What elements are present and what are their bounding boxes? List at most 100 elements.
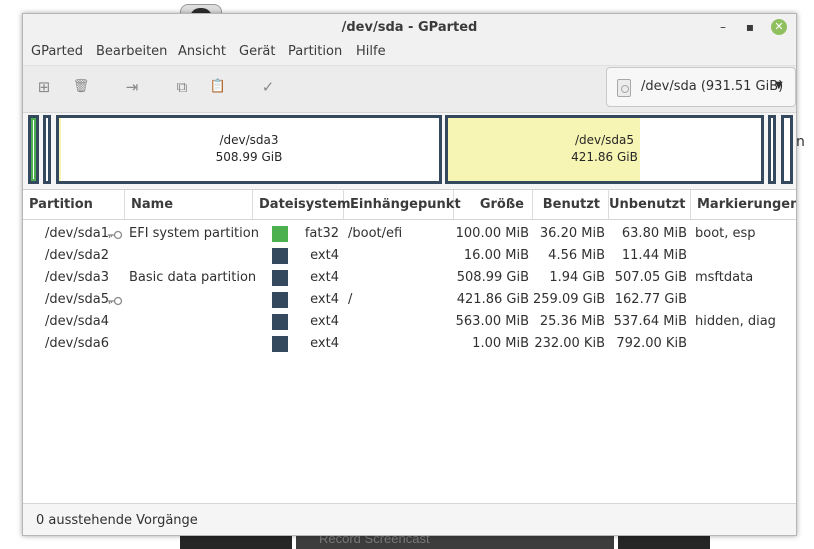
key-icon (107, 295, 123, 306)
cell-flags: boot, esp (695, 226, 756, 241)
cell-name: EFI system partition (129, 226, 259, 241)
hard-disk-icon (617, 79, 631, 97)
cell-size: 421.86 GiB (456, 292, 529, 307)
cell-partition: /dev/sda6 (45, 336, 109, 351)
cell-used: 25.36 MiB (539, 314, 605, 329)
table-row[interactable]: /dev/sda4 ext4 563.00 MiB 25.36 MiB 537.64 M… (23, 311, 796, 333)
cell-unused: 11.44 MiB (621, 248, 687, 263)
table-row[interactable]: /dev/sda2 ext4 16.00 MiB 4.56 MiB 11.44 MiB (23, 245, 796, 267)
cell-unused: 507.05 GiB (614, 270, 687, 285)
filesystem-color-swatch (272, 248, 288, 264)
cell-unused: 162.77 GiB (614, 292, 687, 307)
background-window-text: n (796, 134, 805, 150)
cell-filesystem: fat32 (304, 226, 339, 241)
graph-partition-size: 421.86 GiB (571, 150, 638, 164)
device-label: /dev/sda (931.51 GiB) (641, 79, 784, 94)
table-header: Partition Name Dateisystem Einhängepunkt… (23, 190, 796, 220)
menu-gparted[interactable]: GParted (31, 44, 83, 59)
graph-partition-sda4[interactable] (768, 115, 776, 184)
column-header-name[interactable]: Name (125, 190, 253, 219)
cell-filesystem: ext4 (310, 336, 339, 351)
cell-used: 36.20 MiB (539, 226, 605, 241)
menu-bearbeiten[interactable]: Bearbeiten (96, 44, 167, 59)
cell-flags: hidden, diag (695, 314, 776, 329)
graph-partition-sda3[interactable]: /dev/sda3 508.99 GiB (56, 115, 442, 184)
menu-geraet[interactable]: Gerät (239, 44, 275, 59)
graph-fat32-fill (31, 118, 36, 181)
window-title: /dev/sda - GParted (341, 20, 478, 35)
graph-partition-size: 508.99 GiB (215, 150, 283, 164)
close-button[interactable]: ✕ (771, 19, 787, 35)
menu-partition[interactable]: Partition (288, 44, 342, 59)
column-header-partition[interactable]: Partition (23, 190, 125, 219)
paste-icon[interactable]: 📋 (206, 75, 230, 99)
new-partition-icon[interactable]: ⊞ (32, 75, 56, 99)
menu-hilfe[interactable]: Hilfe (356, 44, 386, 59)
maximize-button[interactable]: ▪ (742, 19, 758, 35)
cell-partition: /dev/sda3 (45, 270, 109, 285)
column-header-size[interactable]: Größe (454, 190, 533, 219)
cell-partition: /dev/sda4 (45, 314, 109, 329)
cell-partition: /dev/sda5 (45, 292, 109, 307)
cell-filesystem: ext4 (310, 270, 339, 285)
cell-mountpoint: / (348, 292, 353, 307)
column-header-flags[interactable]: Markierungen (691, 190, 796, 219)
column-header-used[interactable]: Benutzt (533, 190, 609, 219)
graph-partition-sda1[interactable] (28, 115, 39, 184)
graph-partition-sda6[interactable] (781, 115, 793, 184)
cell-used: 4.56 MiB (548, 248, 605, 263)
menu-ansicht[interactable]: Ansicht (178, 44, 226, 59)
table-row[interactable]: /dev/sda5 ext4 / 421.86 GiB 259.09 GiB 162.77… (23, 289, 796, 311)
cell-mountpoint: /boot/efi (348, 226, 403, 241)
chevron-down-icon: ▼ (775, 80, 783, 91)
cell-used: 259.09 GiB (533, 292, 606, 307)
device-selector[interactable]: /dev/sda (931.51 GiB) ▼ (606, 67, 796, 107)
title-bar[interactable]: /dev/sda - GParted – ▪ ✕ (23, 14, 796, 41)
toolbar: ⊞ 🗑 ⇥ ⧉ 📋 ✓ /dev/sda (931.51 GiB) ▼ (23, 65, 796, 113)
background-panel-left (180, 534, 292, 549)
filesystem-color-swatch (272, 314, 288, 330)
graph-partition-sda5[interactable]: /dev/sda5 421.86 GiB (445, 115, 764, 184)
column-header-unused[interactable]: Unbenutzt (609, 190, 691, 219)
cell-filesystem: ext4 (310, 292, 339, 307)
cell-unused: 792.00 KiB (616, 336, 687, 351)
cell-size: 563.00 MiB (455, 314, 529, 329)
partition-graph: /dev/sda3 508.99 GiB /dev/sda5 421.86 Gi… (23, 113, 796, 189)
cell-used: 232.00 KiB (534, 336, 605, 351)
menu-bar: GParted Bearbeiten Ansicht Gerät Partiti… (23, 41, 796, 65)
key-icon (107, 229, 123, 240)
filesystem-color-swatch (272, 270, 288, 286)
copy-icon[interactable]: ⧉ (170, 75, 194, 99)
cell-used: 1.94 GiB (549, 270, 605, 285)
graph-partition-sda2[interactable] (43, 115, 51, 184)
cell-partition: /dev/sda2 (45, 248, 109, 263)
cell-size: 100.00 MiB (455, 226, 529, 241)
delete-icon[interactable]: 🗑 (69, 75, 93, 99)
cell-name: Basic data partition (129, 270, 257, 285)
table-row[interactable]: /dev/sda1 EFI system partition fat32/boot/… (23, 223, 796, 245)
partition-table: Partition Name Dateisystem Einhängepunkt… (23, 189, 796, 504)
column-header-filesystem[interactable]: Dateisystem (253, 190, 351, 219)
cell-size: 16.00 MiB (463, 248, 529, 263)
cell-filesystem: ext4 (310, 314, 339, 329)
filesystem-color-swatch (272, 292, 288, 308)
column-header-mountpoint[interactable]: Einhängepunkt (344, 190, 461, 219)
filesystem-color-swatch (272, 226, 288, 242)
background-panel-right (618, 534, 710, 549)
minimize-button[interactable]: – (715, 19, 731, 35)
graph-partition-name: /dev/sda3 (219, 133, 279, 147)
cell-size: 508.99 GiB (456, 270, 529, 285)
filesystem-color-swatch (272, 336, 288, 352)
pending-operations-status: 0 ausstehende Vorgänge (36, 513, 198, 528)
cell-unused: 63.80 MiB (621, 226, 687, 241)
apply-check-icon[interactable]: ✓ (256, 75, 280, 99)
graph-partition-name: /dev/sda5 (574, 133, 635, 147)
resize-move-icon[interactable]: ⇥ (120, 75, 144, 99)
cell-filesystem: ext4 (310, 248, 339, 263)
cell-unused: 537.64 MiB (613, 314, 687, 329)
cell-flags: msftdata (695, 270, 754, 285)
table-row[interactable]: /dev/sda6 ext4 1.00 MiB 232.00 KiB 792.00 Ki… (23, 333, 796, 355)
table-row[interactable]: /dev/sda3 Basic data partition ext4 508.99 … (23, 267, 796, 289)
status-bar: 0 ausstehende Vorgänge (23, 503, 796, 535)
cell-size: 1.00 MiB (472, 336, 529, 351)
